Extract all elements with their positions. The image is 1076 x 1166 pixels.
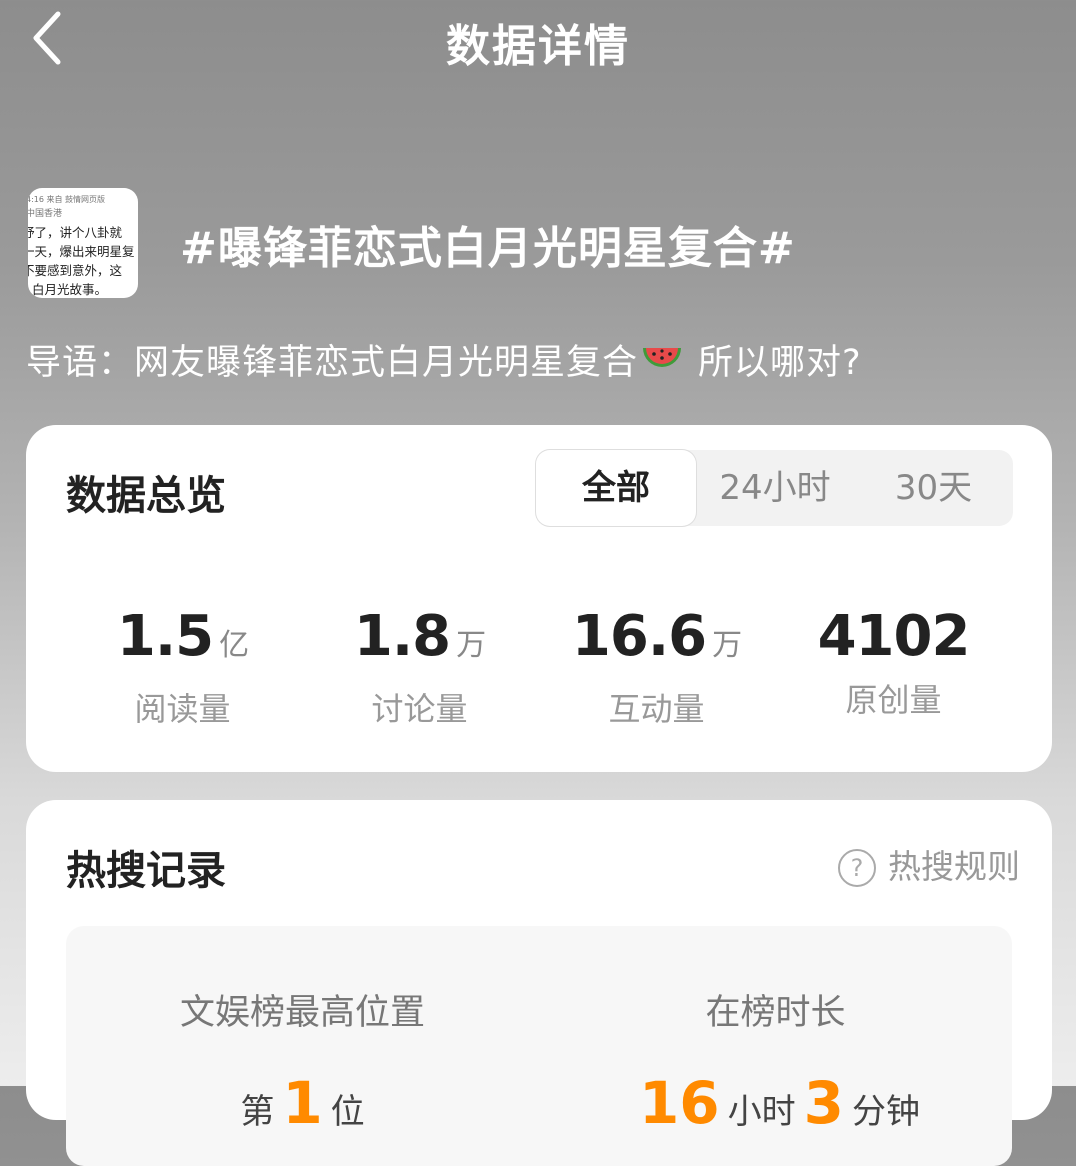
position-suffix: 位 bbox=[330, 1092, 365, 1132]
tab-24h[interactable]: 24小时 bbox=[696, 450, 854, 526]
nav-bar: 数据详情 bbox=[0, 0, 1076, 80]
watermelon-icon bbox=[643, 348, 682, 367]
stat-originals: 4102 原创量 bbox=[775, 605, 1012, 721]
stat-discussions: 1.8 万 讨论量 bbox=[301, 605, 538, 730]
position-prefix: 第 bbox=[240, 1092, 275, 1132]
thumbnail-text-line: 白月光故事。 bbox=[32, 282, 108, 297]
data-overview-card: 数据总览 全部 24小时 30天 1.5 亿 阅读量 1.8 万 讨论量 16.6 万… bbox=[26, 425, 1052, 772]
stat-label: 讨论量 bbox=[371, 690, 468, 728]
minutes-unit: 分钟 bbox=[852, 1092, 921, 1132]
thumbnail-text-line: 一天，爆出来明星复 bbox=[28, 244, 135, 259]
hot-search-title: 热搜记录 bbox=[66, 848, 226, 894]
stat-value: 4102 bbox=[817, 604, 971, 669]
page-title: 数据详情 bbox=[446, 21, 630, 72]
topic-guide: 导语：网友曝锋菲恋式白月光明星复合 所以哪对? bbox=[26, 334, 862, 385]
thumbnail-meta: 4:16 来自 鼓情网页版 bbox=[28, 195, 106, 204]
guide-suffix: 所以哪对? bbox=[698, 343, 862, 383]
duration-label: 在榜时长 bbox=[705, 993, 846, 1033]
duration-minutes: 3 bbox=[803, 1069, 845, 1137]
tab-30d[interactable]: 30天 bbox=[854, 450, 1013, 526]
stat-interactions: 16.6 万 互动量 bbox=[538, 605, 775, 730]
hot-search-rules-link[interactable]: ? 热搜规则 bbox=[838, 840, 1020, 888]
stat-unit: 万 bbox=[712, 628, 742, 663]
position-value: 1 bbox=[282, 1069, 323, 1137]
best-position-label: 文娱榜最高位置 bbox=[179, 993, 425, 1033]
stat-unit: 亿 bbox=[219, 628, 249, 663]
stat-label: 阅读量 bbox=[134, 690, 231, 728]
best-position: 文娱榜最高位置 第1位 bbox=[66, 984, 539, 1137]
stat-value: 1.5 bbox=[116, 604, 214, 669]
overview-title: 数据总览 bbox=[66, 473, 226, 519]
rules-label: 热搜规则 bbox=[888, 847, 1020, 886]
topic-thumbnail[interactable]: 4:16 来自 鼓情网页版 中国香港 妤了，讲个八卦就 一天，爆出来明星复 不要… bbox=[28, 188, 138, 298]
thumbnail-text-line: 妤了，讲个八卦就 bbox=[28, 225, 123, 240]
stat-label: 原创量 bbox=[845, 681, 942, 719]
guide-prefix: 导语： bbox=[26, 343, 135, 383]
hot-search-stats: 文娱榜最高位置 第1位 在榜时长 16 小时 3 分钟 bbox=[66, 926, 1012, 1166]
stat-value: 1.8 bbox=[353, 604, 451, 669]
tab-all[interactable]: 全部 bbox=[536, 450, 696, 526]
hours-unit: 小时 bbox=[727, 1092, 796, 1132]
guide-text: 网友曝锋菲恋式白月光明星复合 bbox=[134, 343, 639, 383]
thumbnail-text-line: 不要感到意外，这 bbox=[28, 263, 123, 278]
hot-search-card: 热搜记录 ? 热搜规则 文娱榜最高位置 第1位 在榜时长 16 小时 3 分钟 bbox=[26, 800, 1052, 1166]
thumbnail-location: 中国香港 bbox=[28, 209, 63, 219]
topic-title: #曝锋菲恋式白月光明星复合# bbox=[180, 223, 796, 274]
stat-label: 互动量 bbox=[608, 690, 705, 728]
stat-unit: 万 bbox=[456, 628, 486, 663]
question-circle-icon: ? bbox=[838, 849, 876, 887]
time-range-tabs: 全部 24小时 30天 bbox=[536, 450, 1013, 526]
duration-hours: 16 bbox=[638, 1069, 720, 1137]
stat-value: 16.6 bbox=[571, 604, 707, 669]
duration: 在榜时长 16 小时 3 分钟 bbox=[539, 984, 1012, 1137]
stat-reads: 1.5 亿 阅读量 bbox=[64, 605, 301, 730]
